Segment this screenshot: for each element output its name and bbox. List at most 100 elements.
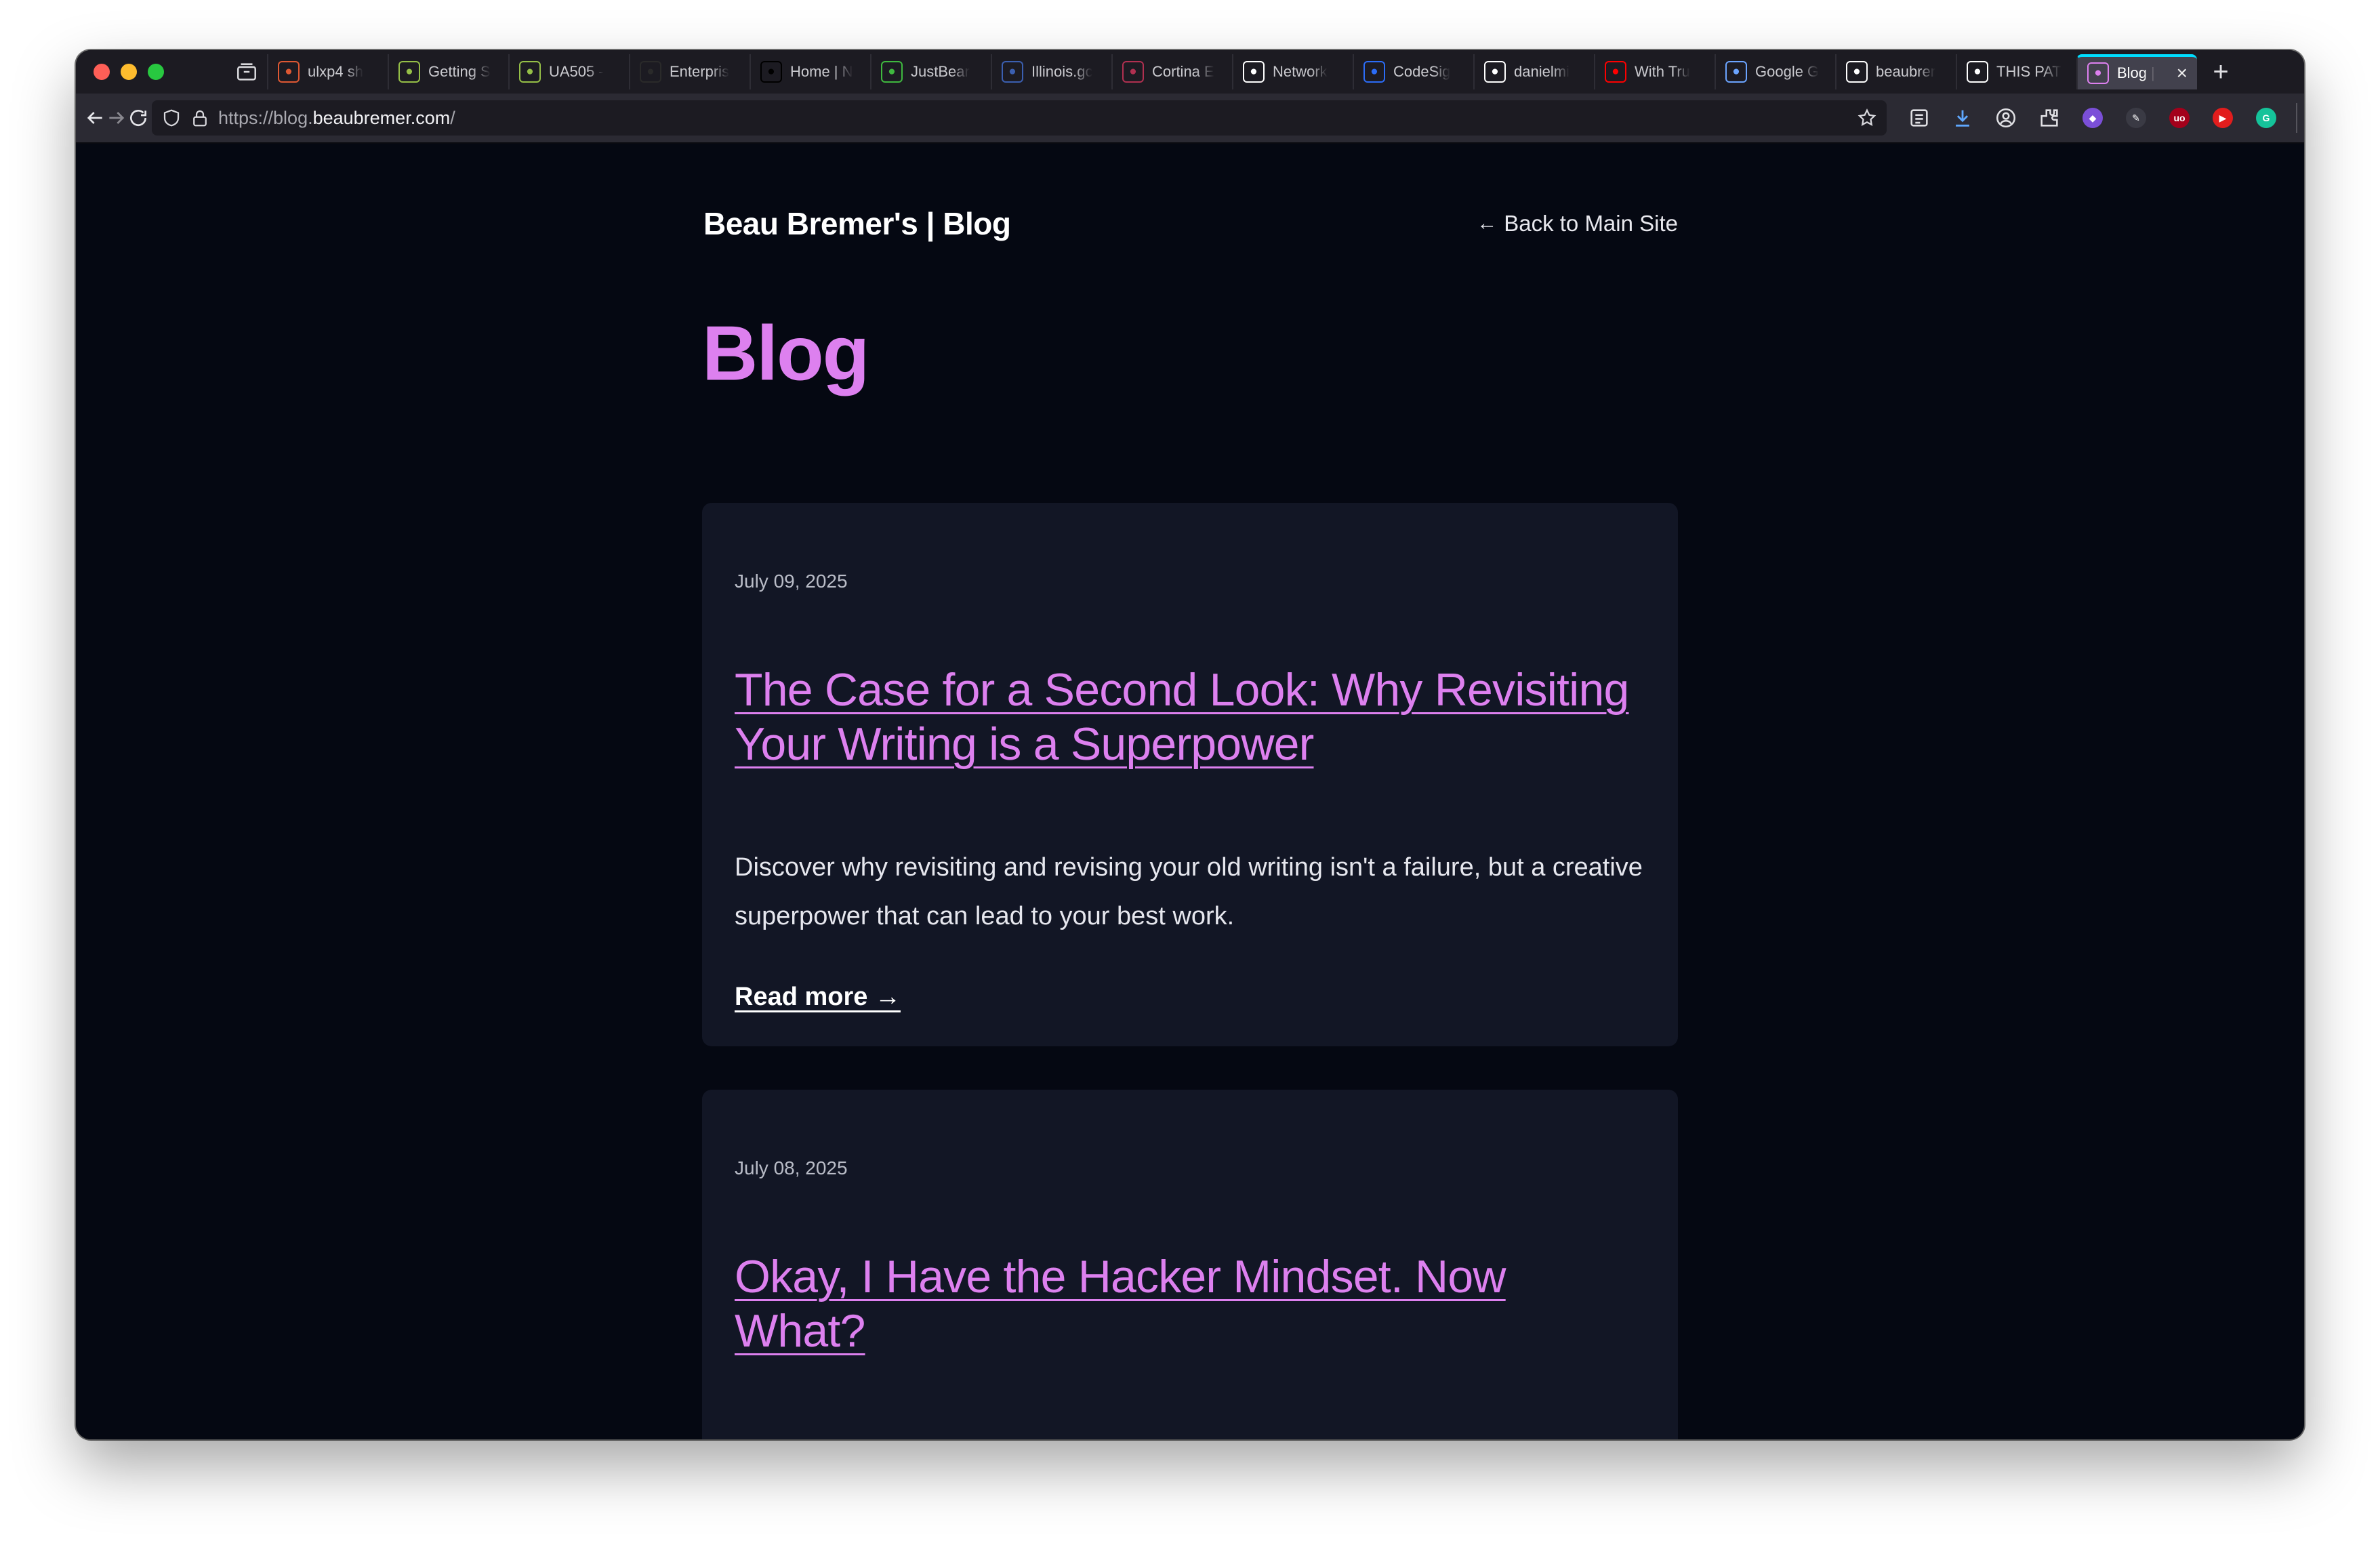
post-excerpt: Discover why revisiting and revising you…: [735, 853, 1643, 930]
extensions-icon[interactable]: [2029, 98, 2070, 138]
radio-icon: ●: [881, 61, 903, 83]
network-icon: ●: [1243, 61, 1265, 83]
browser-tab[interactable]: ● JustBear: [870, 54, 991, 89]
tab-label: danielmi: [1514, 63, 1569, 80]
browser-tab[interactable]: ● Blog | ×: [2076, 54, 2197, 89]
bookmark-star-icon[interactable]: [1857, 108, 1877, 128]
minimize-window-button[interactable]: [121, 64, 137, 80]
cortina-icon: ●: [1122, 61, 1144, 83]
arrow-right-icon: [109, 112, 125, 124]
post-date: July 09, 2025: [735, 571, 848, 592]
toolbar-icons: ◆ ✎ uo ▶ G: [1899, 98, 2304, 138]
pinwheel-icon: ●: [1967, 61, 1988, 83]
reader-view-icon[interactable]: [1899, 98, 1940, 138]
browser-tab[interactable]: ● With Tru: [1594, 54, 1715, 89]
tab-label: UA505 -: [549, 63, 604, 80]
browser-tab[interactable]: ● Network: [1232, 54, 1353, 89]
site-brand-link[interactable]: Beau Bremer's | Blog: [703, 205, 1011, 242]
arrow-left-icon: ←: [1477, 212, 1498, 234]
github-icon: ●: [1846, 61, 1868, 83]
tab-label: THIS PAT: [1996, 63, 2061, 80]
read-more-link[interactable]: Read more →: [735, 983, 901, 1012]
post-card: July 08, 2025 Okay, I Have the Hacker Mi…: [702, 1090, 1678, 1439]
youtube-icon: ●: [1605, 61, 1626, 83]
url-text[interactable]: https://blog.beaubremer.com/: [218, 108, 455, 129]
site-header: Beau Bremer's | Blog ← Back to Main Site: [702, 144, 1678, 243]
tab-label: Network: [1273, 63, 1328, 80]
tab-label: JustBear: [911, 63, 970, 80]
tab-list: ● ulxp4 sh ● Getting S ● UA505 - ● Enterpris ● Ho…: [267, 50, 2197, 94]
tab-label: Google G: [1755, 63, 1820, 80]
lincoln-icon: ●: [1002, 61, 1023, 83]
url-host: beaubremer.com: [312, 107, 451, 128]
tab-label: CodeSig: [1393, 63, 1451, 80]
browser-tab[interactable]: ● THIS PAT: [1956, 54, 2076, 89]
codesignal-icon: ●: [1363, 61, 1385, 83]
address-bar[interactable]: https://blog.beaubremer.com/: [152, 100, 1887, 136]
url-prefix: https://blog.: [218, 107, 313, 128]
browser-tab[interactable]: ● Getting S: [388, 54, 508, 89]
youtube-extension-icon[interactable]: ▶: [2202, 98, 2243, 138]
tab-label: beaubrer: [1876, 63, 1936, 80]
tab-label: With Tru: [1635, 63, 1690, 80]
browser-tab[interactable]: ● Google G: [1715, 54, 1835, 89]
ublock-icon[interactable]: uo: [2159, 98, 2200, 138]
github-icon: ●: [1484, 61, 1506, 83]
downloads-icon[interactable]: [1942, 98, 1983, 138]
gemini-icon: ●: [1725, 61, 1747, 83]
new-tab-button[interactable]: +: [2197, 57, 2244, 87]
tab-label: Home | N: [790, 63, 853, 80]
url-suffix: /: [450, 107, 455, 128]
browser-tab[interactable]: ● UA505 -: [508, 54, 629, 89]
post-title-link[interactable]: Okay, I Have the Hacker Mindset. Now Wha…: [735, 1250, 1643, 1358]
browser-tab[interactable]: ● Illinois.gc: [991, 54, 1111, 89]
close-tab-icon[interactable]: ×: [2177, 62, 2188, 84]
browser-tab[interactable]: ● danielmi: [1473, 54, 1594, 89]
post-excerpt: A practical guide with simple projects f…: [735, 1426, 1645, 1439]
shopify-s-icon: ●: [398, 61, 420, 83]
blog-b-icon: ●: [2087, 62, 2109, 84]
tab-label: Cortina E: [1152, 63, 1214, 80]
page-title: Blog: [702, 310, 869, 397]
tab-label: Enterpris: [670, 63, 730, 80]
tab-label: Blog |: [2117, 64, 2155, 81]
lock-icon[interactable]: [190, 108, 210, 128]
extension-spy-icon[interactable]: ✎: [2116, 98, 2156, 138]
browser-tab[interactable]: ● Cortina E: [1111, 54, 1232, 89]
s-logo-icon: ●: [640, 61, 661, 83]
browser-tab[interactable]: ● ulxp4 sh: [267, 54, 388, 89]
tab-strip: ● ulxp4 sh ● Getting S ● UA505 - ● Enterpris ● Ho…: [76, 50, 2304, 94]
navigation-toolbar: https://blog.beaubremer.com/ ◆ ✎ uo ▶ G: [76, 94, 2304, 144]
window-controls: [76, 64, 226, 80]
post-title-link[interactable]: The Case for a Second Look: Why Revisiti…: [735, 663, 1643, 771]
toolbar-separator: [2296, 103, 2297, 133]
shopify-s-icon: ●: [519, 61, 541, 83]
browser-tab[interactable]: ● Home | N: [750, 54, 870, 89]
post-date: July 08, 2025: [735, 1157, 848, 1178]
forward-button[interactable]: [106, 107, 127, 129]
arrow-left-icon: [87, 112, 102, 124]
browser-window: ● ulxp4 sh ● Getting S ● UA505 - ● Enterpris ● Ho…: [76, 50, 2304, 1439]
browser-tab[interactable]: ● Enterpris: [629, 54, 750, 89]
browser-tab[interactable]: ● beaubrer: [1835, 54, 1956, 89]
back-button[interactable]: [84, 107, 106, 129]
extension-purple-icon[interactable]: ◆: [2072, 98, 2113, 138]
tab-label: ulxp4 sh: [308, 63, 363, 80]
notion-icon: ●: [760, 61, 782, 83]
tab-label: Illinois.gc: [1031, 63, 1093, 80]
back-link-label: Back to Main Site: [1504, 211, 1678, 236]
duckduckgo-icon: ●: [278, 61, 300, 83]
back-to-main-link[interactable]: ← Back to Main Site: [1477, 211, 1678, 237]
reload-icon: [130, 110, 146, 126]
browser-tab[interactable]: ● CodeSig: [1353, 54, 1473, 89]
web-page: Beau Bremer's | Blog ← Back to Main Site…: [76, 144, 2304, 1439]
close-window-button[interactable]: [94, 64, 110, 80]
tab-overview-icon[interactable]: [226, 60, 267, 83]
shield-icon[interactable]: [161, 108, 182, 128]
page-content: Beau Bremer's | Blog ← Back to Main Site…: [702, 144, 1678, 1439]
tab-label: Getting S: [428, 63, 491, 80]
account-icon[interactable]: [1986, 98, 2026, 138]
reload-button[interactable]: [127, 107, 149, 129]
zoom-window-button[interactable]: [148, 64, 164, 80]
grammarly-icon[interactable]: G: [2246, 98, 2286, 138]
